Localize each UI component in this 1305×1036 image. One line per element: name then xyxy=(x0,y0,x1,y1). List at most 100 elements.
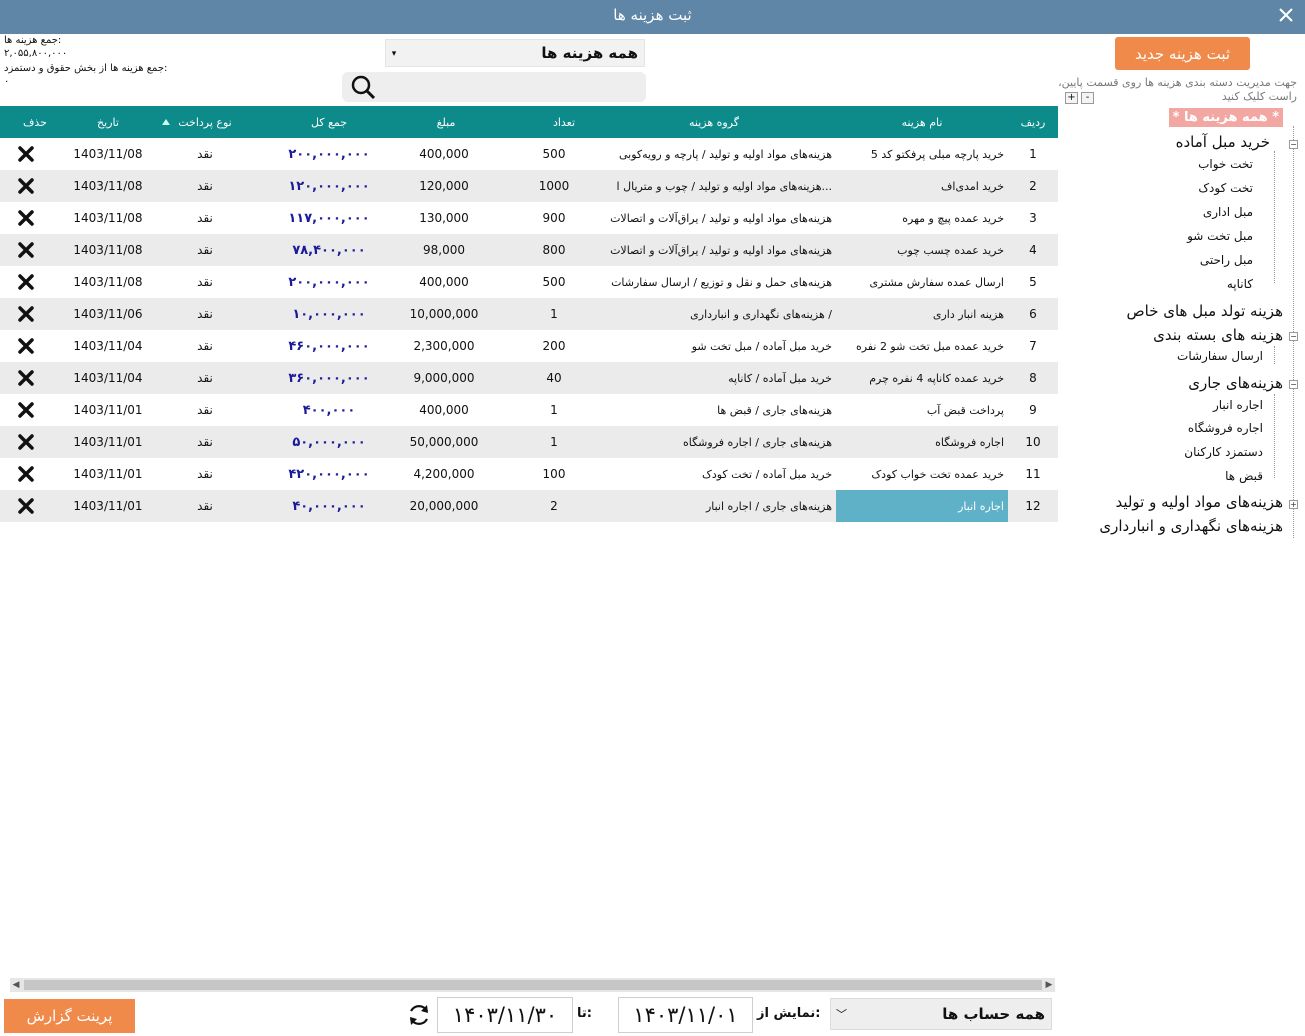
search-input[interactable] xyxy=(342,72,646,102)
cell-amount: 10,000,000 xyxy=(409,307,479,321)
cell-date: 1403/11/01 xyxy=(73,467,143,481)
print-report-button[interactable]: پرینت گزارش xyxy=(4,999,135,1033)
cell-payment: نقد xyxy=(197,307,213,321)
to-label: تا: xyxy=(577,1006,592,1021)
tree-item-raw-materials[interactable]: هزینه‌های مواد اولیه و تولید xyxy=(1115,493,1283,511)
cell-count: 500 xyxy=(542,147,566,161)
table-row[interactable]: 7 خرید عمده مبل تخت شو 2 نفره خرید مبل آما… xyxy=(0,330,1058,362)
tree-item-bed[interactable]: تخت خواب xyxy=(1198,157,1253,171)
scroll-left-icon[interactable]: ◀ xyxy=(10,978,22,992)
cell-group: خرید مبل آماده / کاناپه xyxy=(728,371,832,385)
collapse-icon[interactable]: − xyxy=(1289,380,1298,389)
delete-icon[interactable] xyxy=(0,202,52,234)
delete-icon[interactable] xyxy=(0,234,52,266)
cell-group: هزینه‌های مواد اولیه و تولید / پارچه و ر… xyxy=(618,147,832,161)
chevron-down-icon[interactable]: ▾ xyxy=(386,40,402,68)
cell-row: 5 xyxy=(1029,275,1037,289)
table-row[interactable]: 2 خرید امدی‌اف هزینه‌های مواد اولیه و تولی… xyxy=(0,170,1058,202)
tree-item-special-production[interactable]: هزینه تولد مبل های خاص xyxy=(1127,302,1284,320)
account-select[interactable]: ﹀ همه حساب ها xyxy=(830,998,1052,1030)
tree-item-packaging[interactable]: هزینه های بسته بندی xyxy=(1153,326,1283,344)
expand-icon[interactable]: + xyxy=(1289,500,1298,509)
tree-item-shipping[interactable]: ارسال سفارشات xyxy=(1177,349,1263,363)
tree-item-all[interactable]: * همه هزینه ها * xyxy=(1168,108,1283,127)
tree-item-bills[interactable]: قبض ها xyxy=(1225,469,1263,483)
cell-name: خرید عمده پیچ و مهره xyxy=(902,211,1004,225)
from-label: نمایش از: xyxy=(757,1006,821,1021)
close-icon[interactable] xyxy=(1275,4,1297,26)
delete-icon[interactable] xyxy=(0,426,52,458)
cell-row: 12 xyxy=(1025,499,1041,513)
cell-amount: 400,000 xyxy=(419,403,469,417)
delete-icon[interactable] xyxy=(0,330,52,362)
cell-group: هزینه‌های جاری / اجاره فروشگاه xyxy=(682,435,832,449)
cell-count: 500 xyxy=(542,275,566,289)
col-row[interactable]: ردیف xyxy=(1010,106,1056,138)
delete-icon[interactable] xyxy=(0,362,52,394)
table-row[interactable]: 5 ارسال عمده سفارش مشتری هزینه‌های حمل و ن… xyxy=(0,266,1058,298)
cell-date: 1403/11/01 xyxy=(73,499,143,513)
table-row[interactable]: 6 هزینه انبار داری هزینه‌های نگهداری و انب… xyxy=(0,298,1058,330)
cell-total: ۴۰,۰۰۰,۰۰۰ xyxy=(292,498,366,514)
tree-item-store-rent[interactable]: اجاره فروشگاه xyxy=(1188,421,1263,435)
new-expense-button[interactable]: ثبت هزینه جدید xyxy=(1115,37,1250,70)
collapse-icon[interactable]: − xyxy=(1289,140,1298,149)
tree-item-wages[interactable]: دستمزد کارکنان xyxy=(1184,445,1263,459)
tree-item-sofa-bed[interactable]: مبل تخت شو xyxy=(1187,229,1253,243)
collapse-all-button[interactable]: - xyxy=(1081,92,1094,104)
table-row[interactable]: 12 اجاره انبار هزینه‌های جاری / اجاره انبا… xyxy=(0,490,1058,522)
tree-item-ready-furniture[interactable]: خرید مبل آماده xyxy=(1176,133,1270,151)
cell-amount: 4,200,000 xyxy=(413,467,475,481)
cell-total: ۳۶۰,۰۰۰,۰۰۰ xyxy=(288,370,370,386)
col-name[interactable]: نام هزینه xyxy=(836,106,1008,138)
scroll-right-icon[interactable]: ▶ xyxy=(1043,978,1055,992)
cell-group: هزینه‌های مواد اولیه و تولید / یراق‌آلات… xyxy=(610,243,832,257)
cell-count: 1000 xyxy=(538,179,570,193)
cell-date: 1403/11/08 xyxy=(73,179,143,193)
table-row[interactable]: 3 خرید عمده پیچ و مهره هزینه‌های مواد اولی… xyxy=(0,202,1058,234)
col-delete[interactable]: حذف xyxy=(0,106,70,138)
col-count[interactable]: تعداد xyxy=(512,106,616,138)
from-date-field[interactable]: ۱۴۰۳/۱۱/۰۱ xyxy=(618,997,753,1033)
refresh-icon[interactable] xyxy=(405,1001,433,1029)
cell-payment: نقد xyxy=(197,243,213,257)
table-row[interactable]: 8 خرید عمده کاناپه 4 نفره چرم خرید مبل آما… xyxy=(0,362,1058,394)
table-row[interactable]: 9 پرداخت قبض آب هزینه‌های جاری / قبض ها 1 40… xyxy=(0,394,1058,426)
table-row[interactable]: 4 خرید عمده چسب چوب هزینه‌های مواد اولیه و… xyxy=(0,234,1058,266)
col-total[interactable]: جمع کل xyxy=(262,106,396,138)
expand-all-button[interactable]: + xyxy=(1065,92,1078,104)
delete-icon[interactable] xyxy=(0,170,52,202)
delete-icon[interactable] xyxy=(0,298,52,330)
to-date-field[interactable]: ۱۴۰۳/۱۱/۳۰ xyxy=(437,997,573,1033)
horizontal-scrollbar[interactable]: ◀ ▶ xyxy=(10,978,1055,992)
col-date[interactable]: تاریخ xyxy=(60,106,156,138)
search-icon[interactable] xyxy=(348,74,378,100)
delete-icon[interactable] xyxy=(0,458,52,490)
cell-amount: 2,300,000 xyxy=(413,339,475,353)
sort-asc-icon xyxy=(156,106,176,138)
cell-row: 7 xyxy=(1029,339,1037,353)
table-row[interactable]: 10 اجاره فروشگاه هزینه‌های جاری / اجاره فر… xyxy=(0,426,1058,458)
tree-item-warehouse-rent[interactable]: اجاره انبار xyxy=(1213,398,1263,412)
salary-label: جمع هزینه ها از بخش حقوق و دستمزد: xyxy=(4,63,168,74)
expense-filter-select[interactable]: ▾ همه هزینه ها xyxy=(385,39,645,67)
delete-icon[interactable] xyxy=(0,490,52,522)
table-row[interactable]: 1 خرید پارچه مبلی پرفکتو کد 5 هزینه‌های مو… xyxy=(0,138,1058,170)
tree-item-running-costs[interactable]: هزینه‌های جاری xyxy=(1188,374,1283,392)
chevron-down-icon[interactable]: ﹀ xyxy=(836,1006,847,1022)
table-row[interactable]: 11 خرید عمده تخت خواب کودک خرید مبل آماده … xyxy=(0,458,1058,490)
tree-item-office-furniture[interactable]: مبل اداری xyxy=(1203,205,1253,219)
delete-icon[interactable] xyxy=(0,138,52,170)
tree-item-comfort-sofa[interactable]: مبل راحتی xyxy=(1200,253,1253,267)
col-amount[interactable]: مبلغ xyxy=(386,106,506,138)
col-group[interactable]: گروه هزینه xyxy=(592,106,836,138)
tree-item-kids-bed[interactable]: تخت کودک xyxy=(1198,181,1253,195)
scroll-thumb[interactable] xyxy=(24,980,1042,990)
cell-date: 1403/11/04 xyxy=(73,339,143,353)
delete-icon[interactable] xyxy=(0,266,52,298)
collapse-icon[interactable]: − xyxy=(1289,332,1298,341)
tree-item-storage[interactable]: هزینه‌های نگهداری و انبارداری xyxy=(1099,517,1283,535)
delete-icon[interactable] xyxy=(0,394,52,426)
cell-count: 200 xyxy=(542,339,566,353)
tree-item-couch[interactable]: کاناپه xyxy=(1227,277,1253,291)
